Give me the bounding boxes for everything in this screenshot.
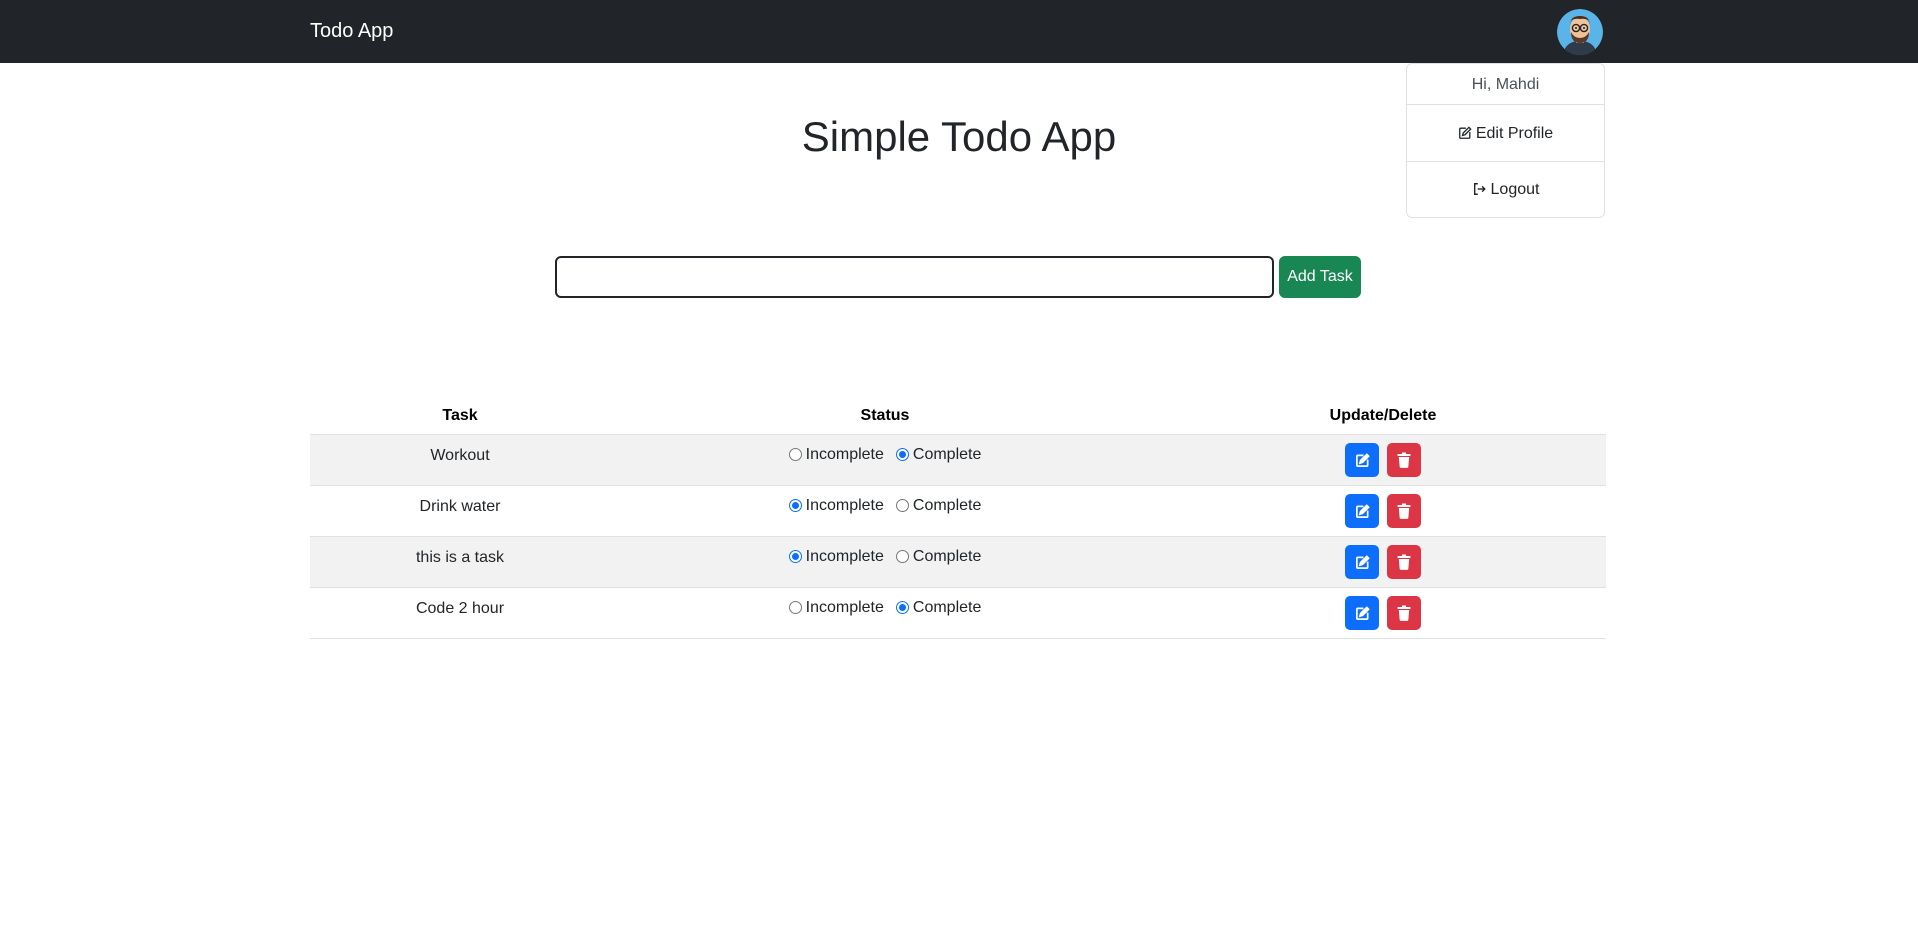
radio-label: Complete [912, 496, 982, 514]
user-avatar-icon[interactable] [1557, 9, 1603, 55]
task-name: Drink water [419, 498, 501, 515]
navbar: Todo App [0, 0, 1918, 63]
status-radio-group: Incomplete Complete [783, 548, 988, 566]
brand-link[interactable]: Todo App [310, 0, 393, 63]
add-task-button[interactable]: Add Task [1279, 256, 1361, 298]
header-status: Status [610, 398, 1160, 435]
task-name: this is a task [415, 549, 505, 566]
radio-label: Complete [912, 445, 982, 463]
actions-cell [1160, 485, 1606, 537]
trash-icon [1397, 503, 1411, 519]
radio-button-icon[interactable] [788, 448, 802, 462]
status-cell: Incomplete Complete [610, 434, 1160, 486]
status-cell: Incomplete Complete [610, 536, 1160, 588]
task-name: Code 2 hour [415, 600, 505, 617]
status-radio-incomplete[interactable]: Incomplete [788, 496, 884, 515]
logout-icon [1473, 183, 1486, 195]
radio-button-icon[interactable] [895, 550, 909, 564]
radio-button-icon[interactable] [788, 550, 802, 564]
user-greeting: Hi, Mahdi [1407, 64, 1604, 105]
task-cell: Workout [310, 434, 610, 486]
status-radio-group: Incomplete Complete [783, 599, 988, 617]
radio-button-icon[interactable] [895, 499, 909, 513]
trash-icon [1397, 554, 1411, 570]
actions-cell [1160, 434, 1606, 486]
edit-task-button[interactable] [1345, 596, 1379, 630]
edit-icon [1355, 452, 1370, 467]
edit-icon [1355, 503, 1370, 518]
radio-button-icon[interactable] [895, 448, 909, 462]
edit-icon [1355, 605, 1370, 620]
status-radio-complete[interactable]: Complete [895, 598, 982, 617]
table-row: Code 2 hour Incomplete Complete [310, 587, 1606, 639]
delete-task-button[interactable] [1387, 596, 1421, 630]
table-row: Workout Incomplete Complete [310, 434, 1606, 486]
radio-label: Incomplete [805, 496, 884, 514]
task-name: Workout [430, 447, 490, 464]
status-radio-group: Incomplete Complete [783, 497, 988, 515]
tasks-table: Task Status Update/Delete Workout Incompl… [310, 398, 1606, 639]
page-title: Simple Todo App [801, 113, 1117, 160]
radio-label: Incomplete [805, 547, 884, 565]
delete-task-button[interactable] [1387, 545, 1421, 579]
status-radio-group: Incomplete Complete [783, 446, 988, 464]
status-cell: Incomplete Complete [610, 485, 1160, 537]
trash-icon [1397, 452, 1411, 468]
status-radio-incomplete[interactable]: Incomplete [788, 445, 884, 464]
status-cell: Incomplete Complete [610, 587, 1160, 639]
header-update-delete: Update/Delete [1160, 398, 1606, 435]
task-cell: this is a task [310, 536, 610, 588]
edit-icon [1355, 554, 1370, 569]
actions-cell [1160, 536, 1606, 588]
logout-menu-item[interactable]: Logout [1407, 162, 1604, 218]
logout-label: Logout [1490, 181, 1540, 198]
delete-task-button[interactable] [1387, 494, 1421, 528]
radio-button-icon[interactable] [895, 601, 909, 615]
delete-task-button[interactable] [1387, 443, 1421, 477]
radio-label: Complete [912, 547, 982, 565]
status-radio-incomplete[interactable]: Incomplete [788, 598, 884, 617]
task-cell: Drink water [310, 485, 610, 537]
trash-icon [1397, 605, 1411, 621]
actions-cell [1160, 587, 1606, 639]
table-header-row: Task Status Update/Delete [310, 398, 1606, 435]
radio-label: Incomplete [805, 598, 884, 616]
status-radio-complete[interactable]: Complete [895, 445, 982, 464]
table-row: this is a task Incomplete Complete [310, 536, 1606, 588]
radio-label: Incomplete [805, 445, 884, 463]
table-row: Drink water Incomplete Complete [310, 485, 1606, 537]
status-radio-complete[interactable]: Complete [895, 547, 982, 566]
edit-task-button[interactable] [1345, 545, 1379, 579]
edit-task-button[interactable] [1345, 443, 1379, 477]
task-cell: Code 2 hour [310, 587, 610, 639]
radio-label: Complete [912, 598, 982, 616]
radio-button-icon[interactable] [788, 601, 802, 615]
task-input[interactable] [555, 256, 1274, 298]
status-radio-complete[interactable]: Complete [895, 496, 982, 515]
header-task: Task [310, 398, 610, 435]
radio-button-icon[interactable] [788, 499, 802, 513]
status-radio-incomplete[interactable]: Incomplete [788, 547, 884, 566]
edit-task-button[interactable] [1345, 494, 1379, 528]
